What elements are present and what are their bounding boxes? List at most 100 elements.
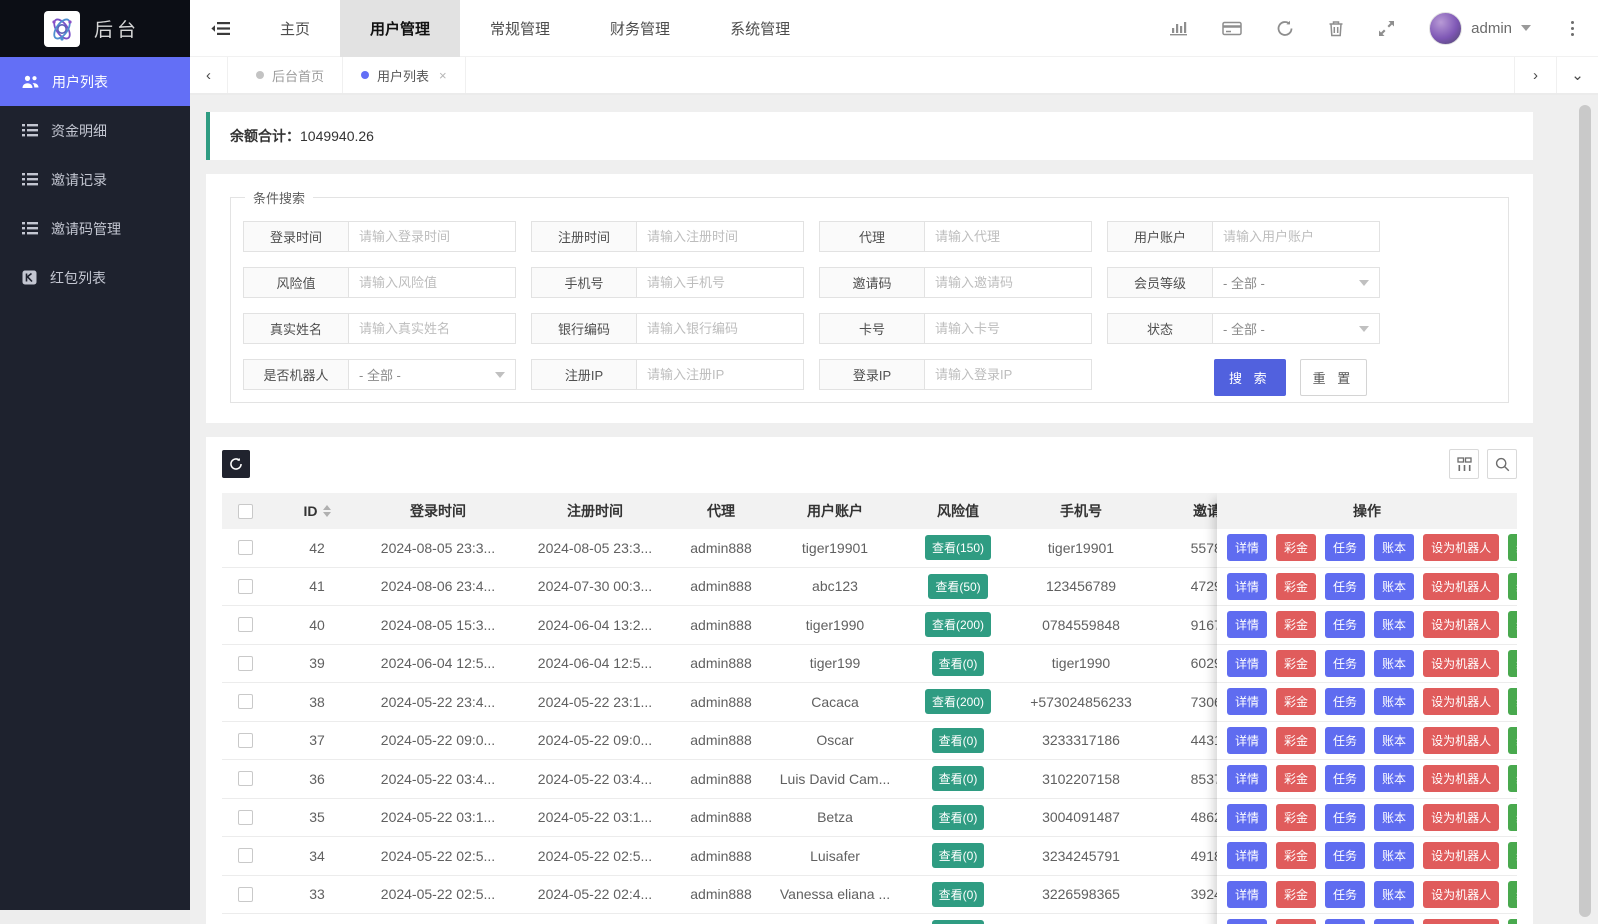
bonus-button[interactable]: 彩金 [1276,727,1316,754]
detail-button[interactable]: 详情 [1227,611,1267,638]
close-icon[interactable]: × [439,68,447,83]
bonus-button[interactable]: 彩金 [1276,573,1316,600]
vertical-scrollbar[interactable] [1579,105,1591,917]
login-time-input[interactable] [348,221,516,252]
detail-button[interactable]: 详情 [1227,688,1267,715]
set-robot-button[interactable]: 设为机器人 [1423,919,1499,924]
row-checkbox[interactable] [238,540,253,555]
register-ip-input[interactable] [636,359,804,390]
risk-view-badge[interactable]: 查看(0) [932,920,985,924]
set-robot-button[interactable]: 设为机器人 [1423,573,1499,600]
trash-icon[interactable] [1328,20,1344,37]
sort-icon[interactable] [323,505,331,517]
detail-button[interactable]: 详情 [1227,804,1267,831]
detail-button[interactable]: 详情 [1227,650,1267,677]
risk-view-badge[interactable]: 查看(0) [932,805,985,830]
ledger-button[interactable]: 账本 [1374,611,1414,638]
status-select[interactable]: - 全部 - [1212,313,1380,344]
set-robot-button[interactable]: 设为机器人 [1423,727,1499,754]
table-refresh-button[interactable] [222,450,250,478]
register-time-input[interactable] [636,221,804,252]
set-robot-button[interactable]: 设为机器人 [1423,688,1499,715]
tab-menu-button[interactable]: ⌄ [1556,57,1598,93]
search-button[interactable]: 搜 索 [1214,359,1286,396]
set-robot-button[interactable]: 设为机器人 [1423,765,1499,792]
ledger-button[interactable]: 账本 [1374,842,1414,869]
nav-item-finance-mgmt[interactable]: 财务管理 [580,0,700,57]
avatar[interactable] [1429,12,1462,45]
row-checkbox[interactable] [238,579,253,594]
set-robot-button[interactable]: 设为机器人 [1423,881,1499,908]
tab-user-list[interactable]: 用户列表 × [342,57,466,93]
reset-button[interactable]: 重 置 [1300,359,1368,396]
bonus-button[interactable]: 彩金 [1276,765,1316,792]
edit-button[interactable]: 编辑 [1508,765,1517,792]
edit-button[interactable]: 编辑 [1508,727,1517,754]
row-checkbox[interactable] [238,810,253,825]
kebab-menu-icon[interactable] [1565,19,1580,38]
detail-button[interactable]: 详情 [1227,919,1267,924]
task-button[interactable]: 任务 [1325,727,1365,754]
tab-scroll-left-button[interactable]: ‹ [190,57,228,93]
row-checkbox[interactable] [238,733,253,748]
tab-dashboard[interactable]: 后台首页 [238,57,342,93]
ledger-button[interactable]: 账本 [1374,881,1414,908]
bank-code-input[interactable] [636,313,804,344]
invite-code-input[interactable] [924,267,1092,298]
sidebar-item-invite-record[interactable]: 邀请记录 [0,155,190,204]
user-menu[interactable]: admin [1429,12,1531,45]
nav-item-home[interactable]: 主页 [250,0,340,57]
ledger-button[interactable]: 账本 [1374,727,1414,754]
task-button[interactable]: 任务 [1325,611,1365,638]
ledger-button[interactable]: 账本 [1374,573,1414,600]
edit-button[interactable]: 编辑 [1508,650,1517,677]
risk-view-badge[interactable]: 查看(150) [925,535,991,560]
sidebar-item-invite-code[interactable]: 邀请码管理 [0,204,190,253]
set-robot-button[interactable]: 设为机器人 [1423,804,1499,831]
ledger-button[interactable]: 账本 [1374,765,1414,792]
risk-view-badge[interactable]: 查看(200) [925,689,991,714]
risk-view-badge[interactable]: 查看(0) [932,728,985,753]
row-checkbox[interactable] [238,848,253,863]
task-button[interactable]: 任务 [1325,573,1365,600]
sidebar-collapse-button[interactable] [190,21,250,36]
task-button[interactable]: 任务 [1325,688,1365,715]
card-icon[interactable] [1222,21,1242,36]
set-robot-button[interactable]: 设为机器人 [1423,650,1499,677]
columns-toggle-button[interactable] [1449,449,1479,479]
sidebar-item-fund-detail[interactable]: 资金明细 [0,106,190,155]
row-checkbox[interactable] [238,656,253,671]
risk-view-badge[interactable]: 查看(200) [925,612,991,637]
bottom-scroll-track[interactable] [0,910,190,924]
nav-item-system-mgmt[interactable]: 系统管理 [700,0,820,57]
card-number-input[interactable] [924,313,1092,344]
task-button[interactable]: 任务 [1325,881,1365,908]
ledger-button[interactable]: 账本 [1374,688,1414,715]
tab-scroll-right-button[interactable]: › [1514,57,1556,93]
risk-view-badge[interactable]: 查看(0) [932,882,985,907]
set-robot-button[interactable]: 设为机器人 [1423,611,1499,638]
ledger-button[interactable]: 账本 [1374,804,1414,831]
phone-input[interactable] [636,267,804,298]
task-button[interactable]: 任务 [1325,919,1365,924]
table-search-button[interactable] [1487,449,1517,479]
bonus-button[interactable]: 彩金 [1276,842,1316,869]
edit-button[interactable]: 编辑 [1508,842,1517,869]
task-button[interactable]: 任务 [1325,765,1365,792]
edit-button[interactable]: 编辑 [1508,611,1517,638]
bonus-button[interactable]: 彩金 [1276,688,1316,715]
task-button[interactable]: 任务 [1325,842,1365,869]
risk-value-input[interactable] [348,267,516,298]
detail-button[interactable]: 详情 [1227,765,1267,792]
detail-button[interactable]: 详情 [1227,534,1267,561]
nav-item-general-mgmt[interactable]: 常规管理 [460,0,580,57]
detail-button[interactable]: 详情 [1227,727,1267,754]
detail-button[interactable]: 详情 [1227,573,1267,600]
row-checkbox[interactable] [238,771,253,786]
edit-button[interactable]: 编辑 [1508,804,1517,831]
row-checkbox[interactable] [238,694,253,709]
set-robot-button[interactable]: 设为机器人 [1423,534,1499,561]
risk-view-badge[interactable]: 查看(0) [932,843,985,868]
edit-button[interactable]: 编辑 [1508,688,1517,715]
ledger-button[interactable]: 账本 [1374,919,1414,924]
